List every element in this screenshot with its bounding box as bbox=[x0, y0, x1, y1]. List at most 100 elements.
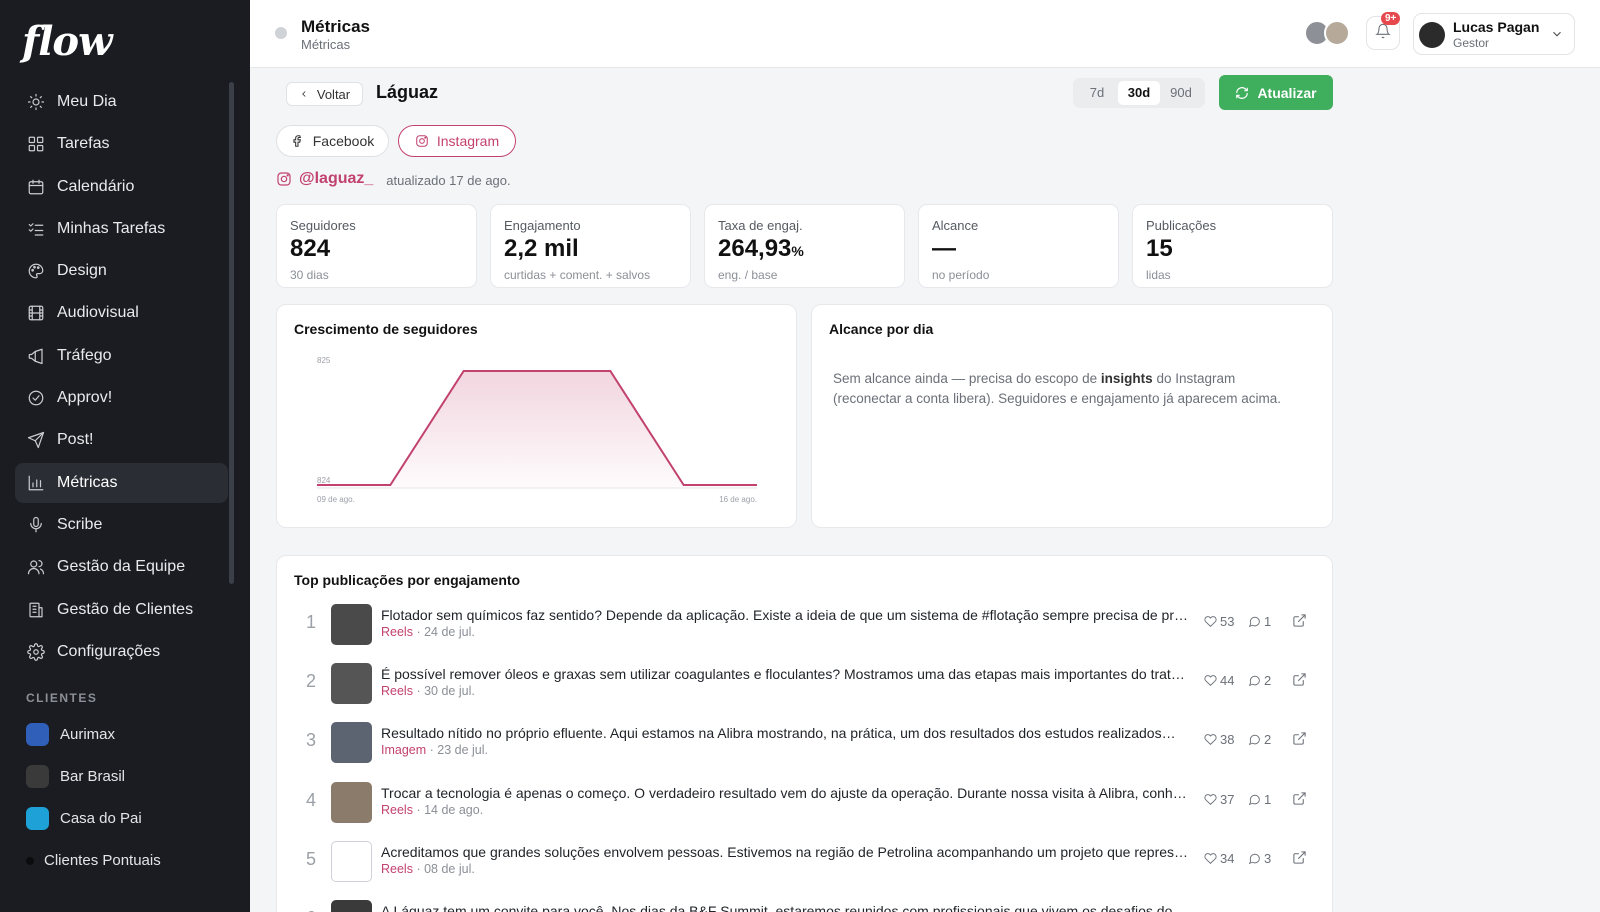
sidebar-item-post-[interactable]: Post! bbox=[15, 420, 228, 460]
range-option-7d[interactable]: 7d bbox=[1076, 81, 1118, 105]
stat-number: — bbox=[932, 235, 956, 262]
top-posts-title: Top publicações por engajamento bbox=[294, 572, 521, 588]
instagram-icon bbox=[277, 172, 291, 186]
facebook-icon bbox=[293, 135, 301, 147]
refresh-button[interactable]: Atualizar bbox=[1219, 75, 1333, 110]
post-caption: Acreditamos que grandes soluções envolve… bbox=[381, 843, 1191, 860]
external-link-icon[interactable] bbox=[1292, 850, 1308, 866]
client-item[interactable]: Bar Brasil bbox=[15, 756, 228, 796]
range-option-90d[interactable]: 90d bbox=[1160, 81, 1202, 105]
post-thumbnail[interactable] bbox=[331, 840, 372, 882]
comments-count: 2 bbox=[1264, 732, 1272, 748]
sidebar-item-tarefas[interactable]: Tarefas bbox=[15, 124, 228, 164]
sidebar-item-design[interactable]: Design bbox=[15, 251, 228, 291]
heart-icon bbox=[1204, 675, 1217, 687]
x-tick-label: 09 de ago. bbox=[317, 495, 355, 504]
sidebar-item-label: Scribe bbox=[57, 515, 103, 533]
refresh-label: Atualizar bbox=[1257, 84, 1317, 101]
post-row[interactable]: 1 Flotador sem químicos faz sentido? Depe… bbox=[294, 600, 1306, 650]
app-logo[interactable]: flow bbox=[22, 18, 113, 65]
mic-icon bbox=[27, 516, 45, 534]
post-rank: 4 bbox=[305, 789, 316, 810]
range-option-30d[interactable]: 30d bbox=[1118, 81, 1160, 105]
post-thumbnail[interactable] bbox=[331, 663, 372, 705]
heart-icon bbox=[1204, 793, 1217, 805]
comments-count: 2 bbox=[1264, 673, 1272, 689]
sidebar-item-calend-rio[interactable]: Calendário bbox=[15, 167, 228, 207]
stat-card-engajamento: Engajamento 2,2 mil curtidas + coment. + s… bbox=[490, 204, 691, 288]
sidebar-item-gest-o-de-clientes[interactable]: Gestão de Clientes bbox=[15, 590, 228, 630]
comment-icon bbox=[1248, 735, 1260, 746]
client-item[interactable]: Clientes Pontuais bbox=[15, 841, 228, 881]
notifications-badge: 9+ bbox=[1381, 12, 1401, 25]
tab-label: Instagram bbox=[436, 133, 500, 149]
back-button[interactable]: Voltar bbox=[286, 82, 363, 106]
post-row[interactable]: 5 Acreditamos que grandes soluções envolv… bbox=[294, 837, 1306, 887]
heart-icon bbox=[1204, 734, 1217, 746]
y-tick-label: 824 bbox=[317, 476, 331, 485]
post-type: Reels bbox=[381, 684, 413, 699]
post-row[interactable]: 3 Resultado nítido no próprio efluente. A… bbox=[294, 718, 1306, 768]
check-circle-icon bbox=[27, 389, 45, 407]
client-label: Clientes Pontuais bbox=[44, 852, 161, 870]
user-menu[interactable]: Lucas Pagan Gestor bbox=[1413, 13, 1575, 55]
sidebar-item-tr-fego[interactable]: Tráfego bbox=[15, 336, 228, 376]
external-link-icon[interactable] bbox=[1292, 613, 1308, 629]
sidebar-item-configura-es[interactable]: Configurações bbox=[15, 632, 228, 672]
stat-label: Taxa de engaj. bbox=[718, 218, 803, 233]
sidebar-item-label: Tráfego bbox=[57, 346, 112, 364]
external-link-icon[interactable] bbox=[1292, 672, 1308, 688]
stat-label: Alcance bbox=[932, 218, 979, 233]
sidebar-item-label: Audiovisual bbox=[57, 304, 139, 322]
gear-icon bbox=[27, 643, 45, 661]
stat-number: 15 bbox=[1146, 235, 1173, 262]
post-thumbnail[interactable] bbox=[331, 604, 372, 645]
followers-chart-card: Crescimento de seguidores 825 824 09 de ag… bbox=[276, 304, 797, 528]
post-meta: Imagem · 23 de jul. bbox=[381, 743, 488, 757]
external-link-icon[interactable] bbox=[1292, 791, 1308, 807]
sidebar-item-label: Métricas bbox=[57, 473, 118, 491]
post-date: · 30 de jul. bbox=[416, 684, 475, 699]
tab-facebook[interactable]: Facebook bbox=[276, 125, 389, 157]
likes-count: 44 bbox=[1220, 673, 1235, 689]
post-type: Reels bbox=[381, 625, 413, 639]
sidebar-scrollbar[interactable] bbox=[229, 82, 234, 584]
sidebar-nav: Meu Dia Tarefas Calendário Minhas Tarefas De… bbox=[15, 82, 228, 674]
sidebar-item-audiovisual[interactable]: Audiovisual bbox=[15, 293, 228, 333]
post-comments: 1 bbox=[1248, 614, 1271, 629]
followers-area bbox=[317, 371, 757, 488]
post-likes: 37 bbox=[1204, 792, 1234, 807]
client-avatar bbox=[26, 722, 49, 746]
chevron-down-icon bbox=[1550, 27, 1564, 41]
likes-count: 37 bbox=[1220, 791, 1235, 807]
client-item[interactable]: Aurimax bbox=[15, 714, 228, 754]
post-thumbnail[interactable] bbox=[331, 900, 372, 912]
heart-icon bbox=[1204, 852, 1217, 864]
stat-value: 264,93% bbox=[718, 236, 891, 264]
sidebar-item-minhas-tarefas[interactable]: Minhas Tarefas bbox=[15, 209, 228, 249]
sidebar-item-gest-o-da-equipe[interactable]: Gestão da Equipe bbox=[15, 547, 228, 587]
external-link-icon[interactable] bbox=[1292, 731, 1308, 747]
stat-value: 15 bbox=[1146, 236, 1319, 264]
sidebar-item-label: Calendário bbox=[57, 177, 135, 195]
sidebar-item-m-tricas[interactable]: Métricas bbox=[15, 462, 228, 503]
post-thumbnail[interactable] bbox=[331, 781, 372, 823]
account-handle[interactable]: @laguaz_ bbox=[299, 170, 373, 188]
sidebar-item-approv-[interactable]: Approv! bbox=[15, 378, 228, 418]
team-avatars[interactable] bbox=[1304, 20, 1352, 48]
sidebar-item-scribe[interactable]: Scribe bbox=[15, 505, 228, 545]
client-item[interactable]: Casa do Pai bbox=[15, 799, 228, 839]
post-row[interactable]: 6 A Láguaz tem um convite para você. Nos … bbox=[294, 896, 1294, 912]
tab-instagram[interactable]: Instagram bbox=[398, 125, 516, 157]
sidebar-item-label: Post! bbox=[57, 431, 94, 449]
sidebar-item-meu-dia[interactable]: Meu Dia bbox=[15, 82, 228, 122]
post-thumbnail[interactable] bbox=[331, 722, 372, 764]
instagram-icon bbox=[416, 135, 428, 147]
likes-count: 34 bbox=[1220, 850, 1235, 866]
status-dot bbox=[275, 27, 287, 39]
back-label: Voltar bbox=[316, 86, 351, 102]
post-row[interactable]: 2 É possível remover óleos e graxas sem u… bbox=[294, 659, 1306, 709]
post-row[interactable]: 4 Trocar a tecnologia é apenas o começo. … bbox=[294, 778, 1306, 828]
stat-value: 2,2 mil bbox=[504, 236, 677, 264]
y-tick-label: 825 bbox=[317, 356, 331, 365]
